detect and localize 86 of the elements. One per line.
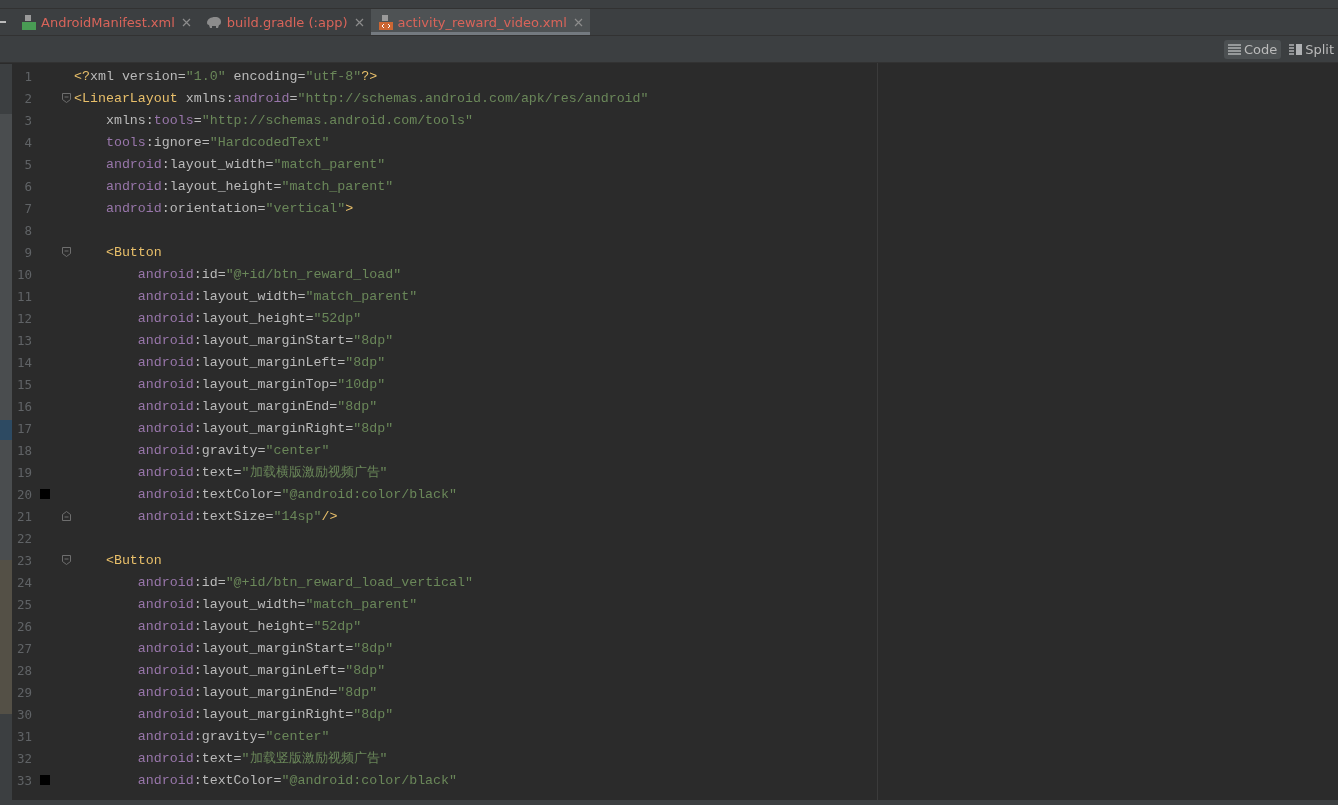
elephant-icon — [205, 15, 222, 29]
line-number: 6 — [23, 178, 32, 194]
line-number: 29 — [15, 684, 32, 700]
code-line: android:gravity="center" — [136, 728, 330, 744]
code-line: android:layout_marginRight="8dp" — [136, 420, 394, 436]
code-line: android:layout_marginEnd="8dp" — [136, 398, 378, 414]
line-number: 7 — [23, 200, 32, 216]
close-icon[interactable] — [181, 17, 191, 27]
code-line: <LinearLayout xmlns:android="http://schemas.android.com/apk/res/android" — [74, 90, 649, 106]
line-number: 18 — [15, 442, 32, 458]
line-number: 20 — [15, 486, 32, 502]
code-line: android:layout_height="match_parent" — [104, 178, 394, 194]
code-line: <?xml version="1.0" encoding="utf-8"?> — [74, 68, 378, 84]
code-line: android:layout_width="match_parent" — [104, 156, 386, 172]
line-number: 33 — [15, 772, 32, 788]
tab-label: activity_reward_video.xml — [397, 14, 567, 30]
line-number: 9 — [23, 244, 32, 260]
code-line: android:text="加载横版激励视频广告" — [136, 464, 388, 481]
code-line: android:layout_marginStart="8dp" — [136, 640, 394, 656]
line-number: 12 — [15, 310, 32, 326]
code-line: android:textColor="@android:color/black" — [136, 486, 458, 502]
line-number: 26 — [15, 618, 32, 634]
view-mode-button[interactable]: Code — [1223, 39, 1282, 59]
line-number: 15 — [15, 376, 32, 392]
line-number: 13 — [15, 332, 32, 348]
color-swatch[interactable] — [40, 775, 50, 785]
line-number: 31 — [15, 728, 32, 744]
fold-icon[interactable] — [61, 247, 71, 257]
code-line: android:id="@+id/btn_reward_load" — [136, 266, 402, 282]
code-line: android:layout_height="52dp" — [136, 310, 362, 326]
code-line: android:textColor="@android:color/black" — [136, 772, 458, 788]
code-line: android:layout_width="match_parent" — [136, 288, 418, 304]
line-number: 4 — [23, 134, 32, 150]
line-number: 19 — [15, 464, 32, 480]
line-number: 24 — [15, 574, 32, 590]
tab-label: build.gradle (:app) — [226, 14, 348, 30]
view-mode-button[interactable]: Split — [1285, 39, 1338, 59]
xml-file-icon — [378, 14, 393, 30]
line-number: 5 — [23, 156, 32, 172]
editor-tab[interactable]: activity_reward_video.xml — [370, 9, 590, 35]
line-number: 23 — [15, 552, 32, 568]
line-number: 32 — [15, 750, 32, 766]
code-line: android:text="加载竖版激励视频广告" — [136, 750, 388, 767]
line-number: 25 — [15, 596, 32, 612]
code-line: android:gravity="center" — [136, 442, 330, 458]
code-line: <Button — [104, 244, 162, 260]
fold-end-icon[interactable] — [61, 511, 71, 521]
code-line: android:layout_marginRight="8dp" — [136, 706, 394, 722]
line-number: 2 — [23, 90, 32, 106]
line-number: 16 — [15, 398, 32, 414]
line-number: 28 — [15, 662, 32, 678]
close-icon[interactable] — [573, 17, 583, 27]
line-number: 14 — [15, 354, 32, 370]
code-line: tools:ignore="HardcodedText" — [104, 134, 330, 150]
code-line: android:id="@+id/btn_reward_load_vertical" — [136, 574, 473, 590]
code-line: android:layout_marginLeft="8dp" — [136, 662, 386, 678]
code-line: android:layout_marginEnd="8dp" — [136, 684, 378, 700]
line-number: 30 — [15, 706, 32, 722]
editor-tab[interactable]: build.gradle (:app) — [197, 9, 371, 35]
editor-tab[interactable]: AndroidManifest.xml — [14, 9, 198, 35]
code-line: android:layout_marginStart="8dp" — [136, 332, 394, 348]
code-line: android:layout_height="52dp" — [136, 618, 362, 634]
line-number: 11 — [15, 288, 32, 304]
split-view-icon — [1289, 43, 1303, 55]
code-line: android:layout_marginTop="10dp" — [136, 376, 386, 392]
fold-icon[interactable] — [61, 93, 71, 103]
code-line: android:layout_marginLeft="8dp" — [136, 354, 386, 370]
fold-icon[interactable] — [61, 555, 71, 565]
line-number: 21 — [15, 508, 32, 524]
code-line: <Button — [104, 552, 162, 568]
tab-label: AndroidManifest.xml — [41, 14, 175, 30]
line-number: 17 — [15, 420, 32, 436]
line-number: 1 — [23, 68, 32, 84]
line-number: 10 — [15, 266, 32, 282]
manifest-file-icon — [22, 14, 36, 30]
line-number: 3 — [23, 112, 32, 128]
code-line: android:textSize="14sp"/> — [136, 508, 338, 524]
line-number: 22 — [15, 530, 32, 546]
code-line: android:layout_width="match_parent" — [136, 596, 418, 612]
close-icon[interactable] — [354, 17, 364, 27]
code-line: android:orientation="vertical"> — [104, 200, 354, 216]
lines-icon — [1227, 43, 1241, 55]
code-line: xmlns:tools="http://schemas.android.com/tools" — [104, 112, 473, 128]
line-number: 8 — [23, 222, 32, 238]
line-number: 27 — [15, 640, 32, 656]
color-swatch[interactable] — [40, 489, 50, 499]
